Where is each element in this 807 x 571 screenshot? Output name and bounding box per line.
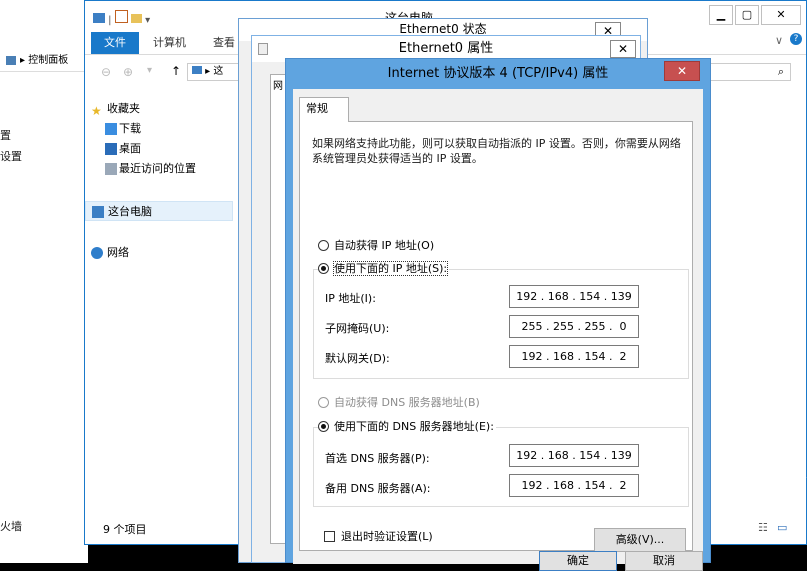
item-count: 9 个项目 bbox=[103, 523, 147, 536]
radio-indicator bbox=[318, 240, 329, 251]
control-panel-link[interactable]: 置 bbox=[0, 127, 11, 143]
nav-item-this-pc[interactable]: 这台电脑 bbox=[85, 201, 233, 221]
control-panel-link[interactable]: 火墙 bbox=[0, 518, 22, 534]
quick-access-toolbar[interactable]: | ▾ bbox=[93, 10, 150, 26]
nav-item-downloads[interactable]: 下载 bbox=[85, 119, 141, 139]
ipv4-dialog: Internet 协议版本 4 (TCP/IPv4) 属性 ✕ 常规 如果网络支… bbox=[285, 58, 711, 571]
alternate-dns-field[interactable]: 192 . 168 . 154 . 2 bbox=[509, 474, 639, 497]
preferred-dns-field[interactable]: 192 . 168 . 154 . 139 bbox=[509, 444, 639, 467]
ipv4-dialog-body: 常规 如果网络支持此功能，则可以获取自动指派的 IP 设置。否则，你需要从网络系… bbox=[293, 89, 703, 571]
properties-dialog-title: Ethernet0 属性 bbox=[398, 41, 494, 56]
folder-icon bbox=[130, 14, 142, 23]
checkbox-indicator bbox=[324, 531, 335, 542]
subnet-mask-label: 子网掩码(U): bbox=[325, 322, 390, 335]
maximize-button[interactable]: ▢ bbox=[735, 5, 759, 25]
tab-general[interactable]: 常规 bbox=[299, 97, 349, 122]
tab-view[interactable]: 查看 bbox=[213, 34, 235, 52]
radio-indicator bbox=[318, 263, 329, 274]
navigation-pane: ★ 收藏夹 下载 桌面 最近访问的位置 这台电脑 网络 bbox=[85, 89, 235, 529]
dropdown-icon[interactable]: ▾ bbox=[147, 65, 152, 76]
description-text: 如果网络支持此功能，则可以获取自动指派的 IP 设置。否则，你需要从网络系统管理… bbox=[312, 137, 681, 165]
alternate-dns-label: 备用 DNS 服务器(A): bbox=[325, 482, 431, 495]
properties-icon bbox=[114, 10, 128, 23]
default-gateway-label: 默认网关(D): bbox=[325, 352, 390, 365]
nav-item-favorites[interactable]: ★ 收藏夹 bbox=[85, 99, 140, 119]
tab-computer[interactable]: 计算机 bbox=[153, 34, 186, 52]
computer-icon bbox=[192, 66, 202, 74]
validate-on-exit-checkbox[interactable]: 退出时验证设置(L) bbox=[324, 530, 433, 544]
network-adapter-icon bbox=[258, 43, 268, 55]
tab-file[interactable]: 文件 bbox=[91, 32, 139, 54]
desktop-icon bbox=[105, 143, 117, 155]
control-panel-window: ▸ 控制面板 置 设置 火墙 bbox=[0, 0, 88, 563]
download-folder-icon bbox=[105, 123, 117, 135]
manual-dns-radio[interactable]: 使用下面的 DNS 服务器地址(E): bbox=[318, 420, 496, 434]
manual-ip-radio[interactable]: 使用下面的 IP 地址(S): bbox=[318, 261, 450, 276]
recent-places-icon bbox=[105, 163, 117, 175]
up-icon[interactable]: ↑ bbox=[171, 64, 181, 78]
control-panel-icon bbox=[6, 55, 16, 65]
nav-item-network[interactable]: 网络 bbox=[85, 243, 129, 263]
network-icon bbox=[91, 247, 103, 259]
forward-icon[interactable]: ⊕ bbox=[123, 65, 133, 79]
default-gateway-field[interactable]: 192 . 168 . 154 . 2 bbox=[509, 345, 639, 368]
auto-ip-radio[interactable]: 自动获得 IP 地址(O) bbox=[318, 239, 434, 253]
status-dialog-title: Ethernet0 状态 bbox=[399, 22, 487, 36]
details-view-icon[interactable]: ☷ bbox=[758, 521, 768, 534]
back-icon[interactable]: ⊖ bbox=[101, 65, 111, 79]
radio-indicator bbox=[318, 421, 329, 432]
ribbon-expand-icon[interactable]: ∨ bbox=[775, 34, 783, 47]
star-icon: ★ bbox=[91, 104, 102, 118]
help-icon[interactable]: ? bbox=[790, 33, 802, 45]
subnet-mask-field[interactable]: 255 . 255 . 255 . 0 bbox=[509, 315, 639, 338]
computer-icon bbox=[93, 13, 105, 23]
edge-text: R bbox=[797, 466, 807, 482]
ip-address-field[interactable]: 192 . 168 . 154 . 139 bbox=[509, 285, 639, 308]
general-tab-pane: 如果网络支持此功能，则可以获取自动指派的 IP 设置。否则，你需要从网络系统管理… bbox=[299, 121, 693, 552]
search-icon: ⌕ bbox=[777, 65, 784, 78]
computer-icon bbox=[92, 206, 104, 218]
cancel-button[interactable]: 取消 bbox=[625, 551, 703, 571]
ip-address-label: IP 地址(I): bbox=[325, 292, 376, 305]
nav-item-recent[interactable]: 最近访问的位置 bbox=[85, 159, 196, 179]
ipv4-dialog-titlebar[interactable]: Internet 协议版本 4 (TCP/IPv4) 属性 bbox=[286, 59, 710, 89]
control-panel-link[interactable]: 设置 bbox=[0, 148, 22, 164]
control-panel-breadcrumb[interactable]: ▸ 控制面板 bbox=[0, 50, 88, 72]
preferred-dns-label: 首选 DNS 服务器(P): bbox=[325, 452, 430, 465]
close-button[interactable]: ✕ bbox=[761, 5, 801, 25]
nav-item-desktop[interactable]: 桌面 bbox=[85, 139, 141, 159]
minimize-button[interactable]: ▁ bbox=[709, 5, 733, 25]
ipv4-dialog-close-button[interactable]: ✕ bbox=[664, 61, 700, 81]
properties-dialog-close-button[interactable]: ✕ bbox=[610, 40, 636, 58]
ipv4-dialog-title: Internet 协议版本 4 (TCP/IPv4) 属性 bbox=[387, 66, 609, 81]
radio-indicator bbox=[318, 397, 329, 408]
ok-button[interactable]: 确定 bbox=[539, 551, 617, 571]
auto-dns-radio[interactable]: 自动获得 DNS 服务器地址(B) bbox=[318, 396, 480, 410]
tiles-view-icon[interactable]: ▭ bbox=[777, 521, 787, 534]
advanced-button[interactable]: 高级(V)... bbox=[594, 528, 686, 552]
